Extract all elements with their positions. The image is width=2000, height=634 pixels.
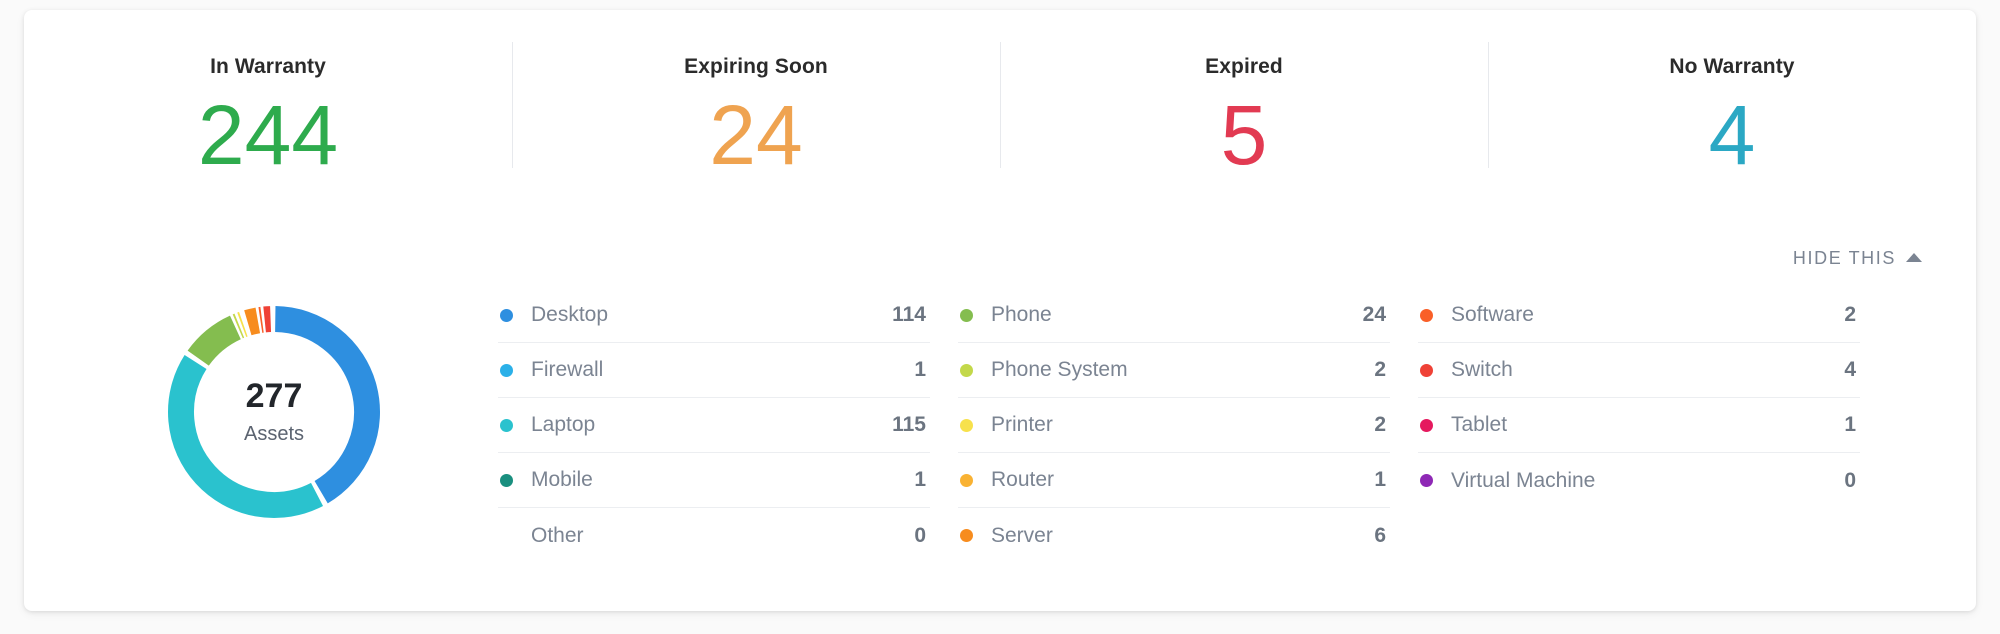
list-item[interactable]: Switch 4 xyxy=(1418,343,1860,398)
legend-color-dot xyxy=(500,473,513,487)
list-item[interactable]: Router 1 xyxy=(958,453,1390,508)
legend-column-3: Software 2 Switch 4 Tablet 1 Virtual Mac… xyxy=(1418,288,1888,508)
donut-total-value: 277 xyxy=(245,376,303,415)
kpi-expiring-soon[interactable]: Expiring Soon 24 xyxy=(512,10,1000,210)
legend-value: 1 xyxy=(1844,413,1856,436)
legend-value: 114 xyxy=(892,303,926,326)
legend-color-dot xyxy=(960,529,973,542)
legend-value: 6 xyxy=(1374,523,1386,547)
kpi-value: 4 xyxy=(1708,88,1756,182)
legend-value: 0 xyxy=(1844,468,1856,492)
legend-label: Mobile xyxy=(531,468,593,491)
legend-color-dot xyxy=(500,529,513,542)
legend-label: Tablet xyxy=(1451,413,1508,436)
list-item[interactable]: Software 2 xyxy=(1418,288,1860,343)
legend-column-2: Phone 24 Phone System 2 Printer 2 Router… xyxy=(958,288,1418,563)
legend-value: 2 xyxy=(1374,413,1386,436)
legend-value: 115 xyxy=(892,413,926,436)
legend-label: Switch xyxy=(1451,358,1513,381)
legend-column-1: Desktop 114 Firewall 1 Laptop 115 Mobile… xyxy=(498,288,958,563)
warranty-assets-card: In Warranty 244 Expiring Soon 24 Expired… xyxy=(24,10,1976,611)
legend-color-dot xyxy=(1420,308,1433,322)
legend-color-dot xyxy=(500,308,513,322)
hide-this-label: HIDE THIS xyxy=(1792,248,1896,268)
list-item[interactable]: Phone 24 xyxy=(958,288,1390,343)
list-item[interactable]: Phone System 2 xyxy=(958,343,1390,398)
legend-value: 1 xyxy=(914,358,926,381)
legend-label: Printer xyxy=(991,413,1053,436)
legend-value: 1 xyxy=(914,468,926,491)
kpi-value: 5 xyxy=(1220,88,1268,182)
legend-color-dot xyxy=(500,418,513,432)
legend-value: 0 xyxy=(914,523,926,547)
kpi-title: Expiring Soon xyxy=(684,55,828,78)
legend-color-dot xyxy=(960,308,973,322)
list-item[interactable]: Mobile 1 xyxy=(498,453,930,508)
legend-value: 24 xyxy=(1362,303,1386,326)
list-item[interactable]: Firewall 1 xyxy=(498,343,930,398)
list-item[interactable]: Server 6 xyxy=(958,508,1390,563)
legend-label: Virtual Machine xyxy=(1451,468,1596,492)
legend-label: Phone xyxy=(991,303,1052,326)
donut-total-caption: Assets xyxy=(243,423,305,446)
legend-color-dot xyxy=(960,473,973,487)
legend-value: 2 xyxy=(1844,303,1856,326)
legend-color-dot xyxy=(960,363,973,377)
list-item[interactable]: Laptop 115 xyxy=(498,398,930,453)
legend-label: Router xyxy=(991,468,1055,491)
legend-label: Firewall xyxy=(531,358,604,381)
kpi-title: Expired xyxy=(1205,55,1283,78)
kpi-value: 24 xyxy=(709,88,803,182)
kpi-strip: In Warranty 244 Expiring Soon 24 Expired… xyxy=(24,10,1976,210)
list-item[interactable]: Printer 2 xyxy=(958,398,1390,453)
kpi-title: In Warranty xyxy=(210,55,326,78)
legend-value: 4 xyxy=(1844,358,1856,381)
donut-chart[interactable]: 277 Assets xyxy=(154,292,394,532)
kpi-title: No Warranty xyxy=(1669,55,1795,78)
assets-breakdown: 277 Assets Desktop 114 Firewall 1 Laptop… xyxy=(24,288,1976,611)
legend-value: 2 xyxy=(1374,358,1386,381)
donut-chart-column: 277 Assets xyxy=(24,288,524,532)
donut-center-label: 277 Assets xyxy=(154,292,394,532)
kpi-expired[interactable]: Expired 5 xyxy=(1000,10,1488,210)
legend-label: Server xyxy=(991,523,1053,547)
caret-up-icon xyxy=(1906,253,1922,262)
legend-label: Software xyxy=(1451,303,1534,326)
legend-color-dot xyxy=(1420,418,1433,432)
list-item[interactable]: Tablet 1 xyxy=(1418,398,1860,453)
legend-label: Desktop xyxy=(531,303,609,326)
legend-label: Phone System xyxy=(991,358,1128,381)
kpi-in-warranty[interactable]: In Warranty 244 xyxy=(24,10,512,210)
kpi-value: 244 xyxy=(197,88,339,182)
legend-label: Laptop xyxy=(531,413,596,436)
legend-color-dot xyxy=(960,418,973,432)
list-item[interactable]: Other 0 xyxy=(498,508,930,563)
legend-label: Other xyxy=(531,523,584,547)
kpi-no-warranty[interactable]: No Warranty 4 xyxy=(1488,10,1976,210)
legend-color-dot xyxy=(1420,474,1433,487)
legend-color-dot xyxy=(500,363,513,377)
legend-color-dot xyxy=(1420,363,1433,377)
hide-this-toggle[interactable]: HIDE THIS xyxy=(1793,248,1922,269)
legend-value: 1 xyxy=(1374,468,1386,491)
list-item[interactable]: Virtual Machine 0 xyxy=(1418,453,1860,508)
list-item[interactable]: Desktop 114 xyxy=(498,288,930,343)
